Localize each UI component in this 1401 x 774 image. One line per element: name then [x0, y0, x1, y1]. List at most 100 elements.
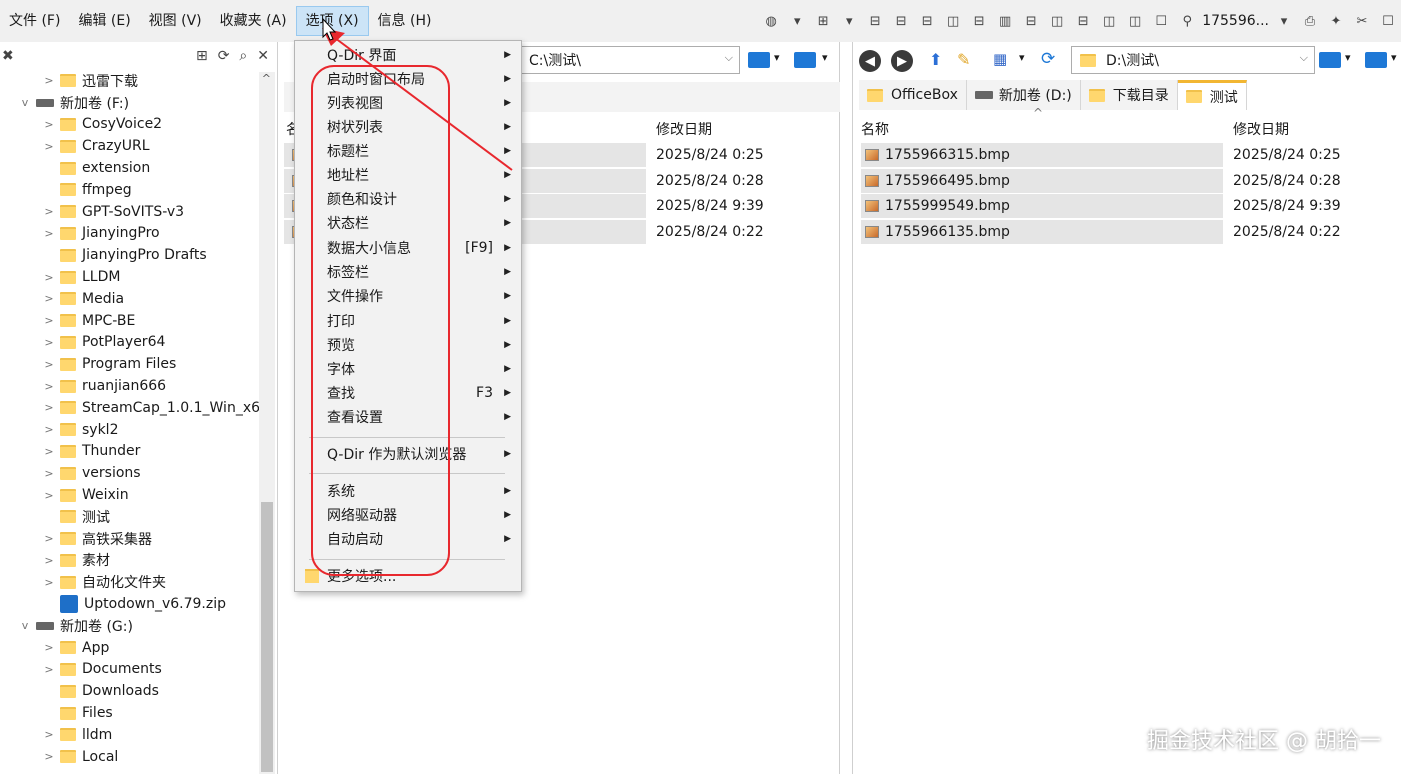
- tree-item[interactable]: JianyingPro Drafts: [0, 244, 277, 266]
- tree-item[interactable]: Uptodown_v6.79.zip: [0, 593, 277, 615]
- options-menu-item[interactable]: 地址栏 ▶: [295, 163, 521, 187]
- chevron-right-icon[interactable]: >: [42, 271, 56, 284]
- tree-item[interactable]: > ruanjian666: [0, 375, 277, 397]
- chevron-right-icon[interactable]: >: [42, 663, 56, 676]
- menu-file[interactable]: 文件 (F): [0, 6, 69, 36]
- dropdown-arrow-icon[interactable]: ▾: [788, 12, 806, 30]
- right-col-date[interactable]: 修改日期: [1233, 119, 1289, 139]
- tree-scrollbar-thumb[interactable]: [261, 502, 273, 772]
- layout-grid-icon[interactable]: ⊞: [814, 12, 832, 30]
- favorite-star-icon[interactable]: ✦: [1327, 12, 1345, 30]
- view-mode-icon[interactable]: ▦: [993, 50, 1007, 68]
- layout-7-icon[interactable]: ⊟: [1022, 12, 1040, 30]
- tree-item[interactable]: > CrazyURL: [0, 135, 277, 157]
- table-row[interactable]: 1755966495.bmp 2025/8/24 0:28: [861, 168, 1341, 193]
- tree-item[interactable]: > Program Files: [0, 353, 277, 375]
- chevron-right-icon[interactable]: >: [42, 292, 56, 305]
- tree-item[interactable]: > CosyVoice2: [0, 114, 277, 136]
- menu-edit[interactable]: 编辑 (E): [69, 6, 139, 36]
- dropdown-arrow-icon[interactable]: ▾: [1391, 51, 1397, 64]
- tree-item[interactable]: Files: [0, 702, 277, 724]
- chevron-right-icon[interactable]: >: [42, 118, 56, 131]
- options-menu-item[interactable]: 树状列表 ▶: [295, 115, 521, 139]
- chevron-right-icon[interactable]: >: [42, 140, 56, 153]
- options-menu-item[interactable]: 网络驱动器 ▶: [295, 503, 521, 527]
- right-col-name[interactable]: 名称: [861, 119, 889, 139]
- file-name-cell[interactable]: 1755966315.bmp: [861, 143, 1223, 167]
- chevron-right-icon[interactable]: >: [42, 641, 56, 654]
- tree-item[interactable]: > Thunder: [0, 441, 277, 463]
- chevron-down-icon[interactable]: ⌵: [1300, 51, 1308, 65]
- file-name-cell[interactable]: 1755999549.bmp: [861, 194, 1223, 218]
- new-folder-icon[interactable]: ✎: [957, 50, 970, 69]
- tree-item[interactable]: > Weixin: [0, 484, 277, 506]
- options-menu-item[interactable]: 字体 ▶: [295, 357, 521, 381]
- chevron-right-icon[interactable]: >: [42, 314, 56, 327]
- layout-8-icon[interactable]: ◫: [1048, 12, 1066, 30]
- pin-icon[interactable]: ✖: [2, 48, 14, 64]
- chevron-right-icon[interactable]: >: [42, 74, 56, 87]
- refresh-icon[interactable]: ⟳: [1041, 49, 1055, 69]
- menu-favorites[interactable]: 收藏夹 (A): [211, 6, 296, 36]
- right-address-bar[interactable]: D:\测试\ ⌵: [1071, 46, 1315, 74]
- tree-item[interactable]: > PotPlayer64: [0, 332, 277, 354]
- layout-1-icon[interactable]: ⊟: [866, 12, 884, 30]
- chevron-right-icon[interactable]: >: [42, 489, 56, 502]
- globe-icon[interactable]: ◍: [762, 12, 780, 30]
- layout-3-icon[interactable]: ⊟: [918, 12, 936, 30]
- options-menu-item[interactable]: Q-Dir 作为默认浏览器 ▶: [295, 442, 521, 466]
- tree-search-icon[interactable]: ⌕: [239, 48, 247, 64]
- dropdown-arrow-icon[interactable]: ▾: [822, 51, 828, 64]
- chevron-right-icon[interactable]: >: [42, 423, 56, 436]
- options-menu-item[interactable]: Q-Dir 界面 ▶: [295, 43, 521, 67]
- scroll-up-icon[interactable]: ^: [262, 72, 271, 85]
- chevron-right-icon[interactable]: >: [42, 380, 56, 393]
- chevron-right-icon[interactable]: >: [42, 532, 56, 545]
- tree-refresh-icon[interactable]: ⟳: [218, 48, 230, 64]
- layout-6-icon[interactable]: ▥: [996, 12, 1014, 30]
- left-view2-icon[interactable]: [794, 52, 816, 68]
- dropdown-arrow-icon[interactable]: ▾: [1019, 51, 1025, 64]
- options-menu-item[interactable]: 文件操作 ▶: [295, 284, 521, 308]
- file-name-cell[interactable]: 1755966495.bmp: [861, 168, 1223, 193]
- layout-4-icon[interactable]: ◫: [944, 12, 962, 30]
- tree-item[interactable]: > 高铁采集器: [0, 528, 277, 550]
- layout-2-icon[interactable]: ⊟: [892, 12, 910, 30]
- tree-item[interactable]: > Documents: [0, 659, 277, 681]
- table-row[interactable]: 1755966135.bmp 2025/8/24 0:22: [861, 219, 1341, 244]
- chevron-right-icon[interactable]: >: [42, 467, 56, 480]
- tab-officebox[interactable]: OfficeBox: [859, 80, 967, 110]
- layout-10-icon[interactable]: ◫: [1100, 12, 1118, 30]
- dropdown-arrow-icon[interactable]: ▾: [1275, 12, 1293, 30]
- layout-5-icon[interactable]: ⊟: [970, 12, 988, 30]
- tab-test[interactable]: 测试: [1177, 80, 1247, 110]
- back-icon[interactable]: ◀: [859, 50, 881, 72]
- tree-item[interactable]: extension: [0, 157, 277, 179]
- chevron-down-icon[interactable]: ⌵: [725, 51, 733, 65]
- tree-item[interactable]: > Local: [0, 746, 277, 768]
- chevron-right-icon[interactable]: >: [42, 750, 56, 763]
- tree-close-icon[interactable]: ✕: [257, 48, 269, 64]
- tree-item[interactable]: > lldm: [0, 724, 277, 746]
- chevron-right-icon[interactable]: >: [42, 728, 56, 741]
- tree-item[interactable]: 测试: [0, 506, 277, 528]
- dropdown-arrow-icon[interactable]: ▾: [774, 51, 780, 64]
- options-menu-item[interactable]: 数据大小信息 [F9] ▶: [295, 236, 521, 260]
- chevron-right-icon[interactable]: >: [42, 445, 56, 458]
- info-figure-icon[interactable]: ⚲: [1178, 12, 1196, 30]
- tree-item[interactable]: > JianyingPro: [0, 223, 277, 245]
- options-menu-item[interactable]: 列表视图 ▶: [295, 91, 521, 115]
- options-menu-item[interactable]: 颜色和设计 ▶: [295, 187, 521, 211]
- layout-9-icon[interactable]: ⊟: [1074, 12, 1092, 30]
- printer-icon[interactable]: ⎙: [1301, 12, 1319, 30]
- right-view-icon[interactable]: [1319, 52, 1341, 68]
- tree-item[interactable]: > GPT-SoVITS-v3: [0, 201, 277, 223]
- options-menu-item[interactable]: 更多选项...: [295, 564, 521, 588]
- options-menu-item[interactable]: 自动启动 ▶: [295, 527, 521, 551]
- forward-icon[interactable]: ▶: [891, 50, 913, 72]
- options-menu-item[interactable]: 系统 ▶: [295, 479, 521, 503]
- up-folder-icon[interactable]: ⬆: [929, 50, 942, 69]
- options-menu-item[interactable]: 打印 ▶: [295, 309, 521, 333]
- single-pane-icon[interactable]: ☐: [1152, 12, 1170, 30]
- tree-item[interactable]: > App: [0, 637, 277, 659]
